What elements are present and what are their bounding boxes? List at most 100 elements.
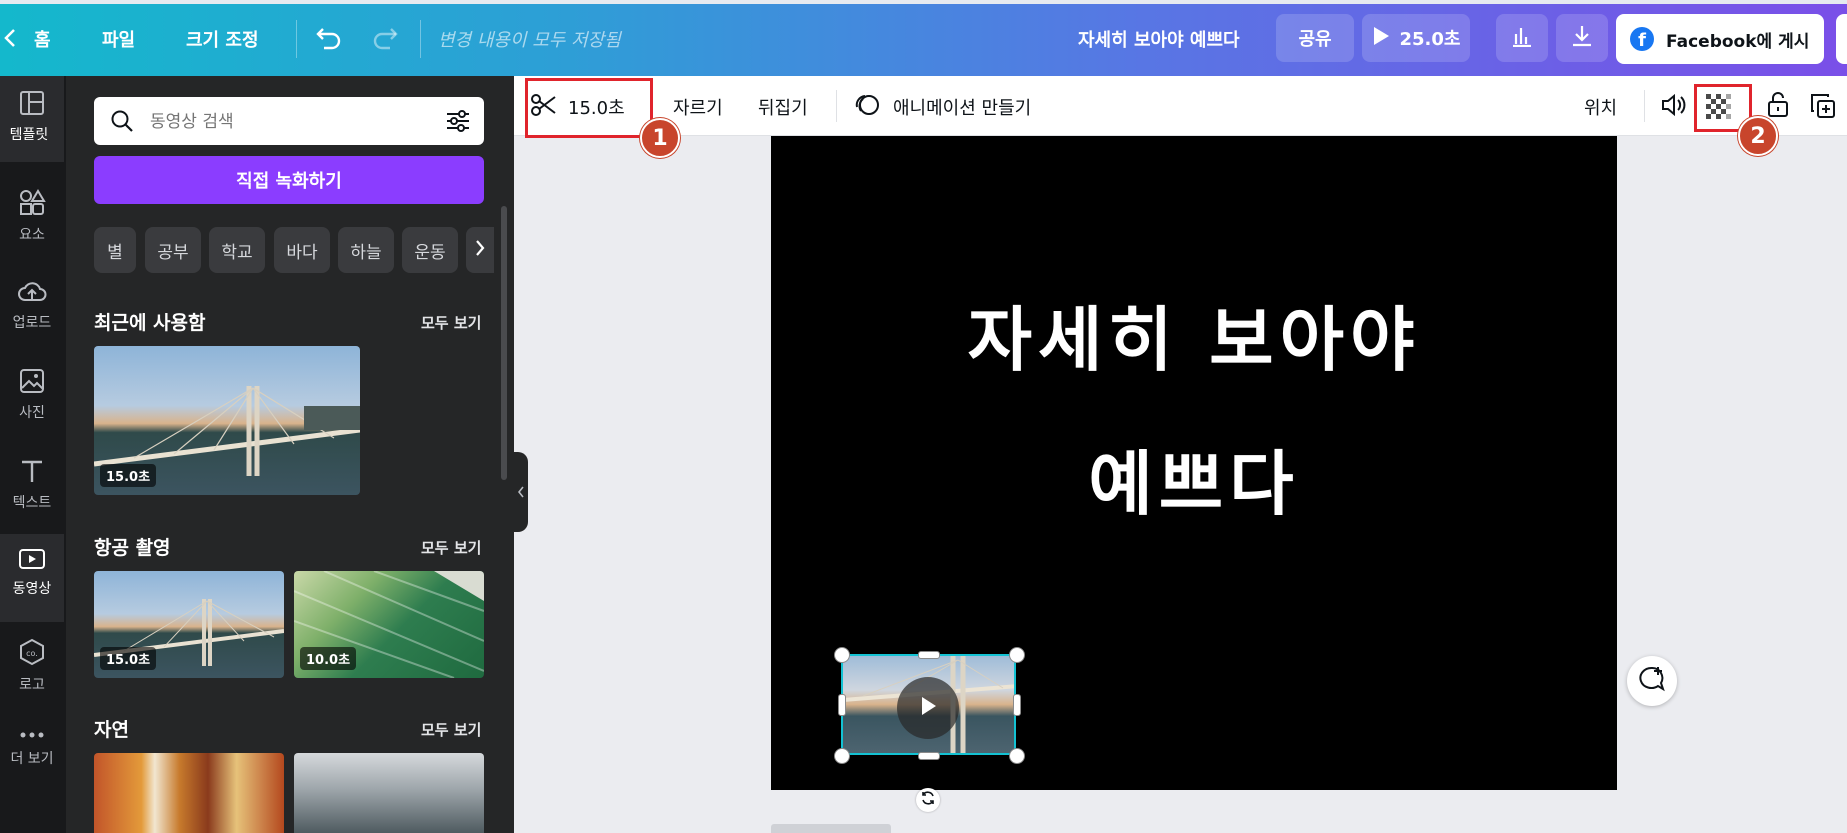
position-button[interactable]: 위치 bbox=[1584, 94, 1617, 120]
duration-badge: 15.0초 bbox=[100, 647, 157, 670]
upload-icon bbox=[0, 278, 64, 308]
chip-school[interactable]: 학교 bbox=[209, 227, 265, 273]
see-all-recent[interactable]: 모두 보기 bbox=[421, 312, 481, 333]
chip-star[interactable]: 별 bbox=[94, 227, 136, 273]
search-box[interactable] bbox=[94, 97, 484, 145]
facebook-post-button[interactable]: f Facebook에 게시 bbox=[1616, 14, 1824, 64]
rail-item-template[interactable]: 템플릿 bbox=[0, 76, 64, 162]
canvas-title-line2[interactable]: 예쁘다 bbox=[771, 428, 1617, 529]
rail-item-logo[interactable]: co. 로고 bbox=[0, 624, 64, 712]
play-icon bbox=[1372, 26, 1390, 51]
divider bbox=[420, 20, 421, 58]
canvas-title-line1[interactable]: 자세히 보아야 bbox=[771, 284, 1617, 385]
divider bbox=[836, 90, 837, 122]
design-title[interactable]: 자세히 보아야 예쁘다 bbox=[1078, 26, 1240, 52]
resize-handle[interactable] bbox=[838, 694, 846, 716]
rail-item-elements[interactable]: 요소 bbox=[0, 174, 64, 262]
section-title-nature: 자연 bbox=[94, 719, 129, 741]
page-notes-strip bbox=[771, 824, 1071, 833]
more-top-button[interactable] bbox=[1836, 14, 1847, 64]
record-yourself-button[interactable]: 직접 녹화하기 bbox=[94, 156, 484, 204]
transparency-icon[interactable] bbox=[1706, 94, 1732, 124]
resize-handle[interactable] bbox=[1013, 694, 1021, 716]
resize-handle[interactable] bbox=[834, 748, 850, 764]
download-icon bbox=[1570, 24, 1594, 53]
video-play-button[interactable] bbox=[897, 677, 959, 739]
volume-icon[interactable] bbox=[1661, 93, 1687, 121]
chevron-left-icon bbox=[517, 483, 524, 502]
play-button[interactable]: 25.0초 bbox=[1362, 14, 1470, 62]
duration-badge: 15.0초 bbox=[100, 464, 157, 487]
rail-item-photo[interactable]: 사진 bbox=[0, 354, 64, 442]
file-menu[interactable]: 파일 bbox=[102, 26, 135, 52]
duration-badge: 10.0초 bbox=[300, 647, 357, 670]
download-button[interactable] bbox=[1556, 14, 1608, 62]
comment-add-icon bbox=[1638, 665, 1666, 697]
resize-handle[interactable] bbox=[918, 752, 940, 760]
chevron-left-icon[interactable] bbox=[4, 28, 16, 52]
rail-item-more[interactable]: 더 보기 bbox=[0, 714, 64, 802]
svg-text:co.: co. bbox=[26, 649, 38, 658]
divider bbox=[1644, 90, 1645, 122]
resize-handle[interactable] bbox=[1009, 647, 1025, 663]
rail-item-video[interactable]: 동영상 bbox=[0, 534, 64, 622]
chip-sea[interactable]: 바다 bbox=[274, 227, 330, 273]
elements-icon bbox=[0, 188, 64, 220]
resize-handle[interactable] bbox=[1009, 748, 1025, 764]
redo-icon[interactable] bbox=[372, 26, 400, 54]
see-all-aerial[interactable]: 모두 보기 bbox=[421, 537, 481, 558]
duplicate-icon[interactable] bbox=[1810, 93, 1836, 123]
crop-button[interactable]: 자르기 bbox=[673, 94, 723, 120]
resize-button[interactable]: 크기 조정 bbox=[186, 26, 259, 52]
insights-button[interactable] bbox=[1496, 14, 1548, 62]
facebook-icon: f bbox=[1630, 27, 1654, 51]
logo-icon: co. bbox=[0, 638, 64, 670]
home-button[interactable]: 홈 bbox=[34, 26, 51, 52]
lock-icon[interactable] bbox=[1766, 92, 1790, 122]
share-button[interactable]: 공유 bbox=[1276, 14, 1354, 62]
video-icon bbox=[0, 548, 64, 574]
video-thumbnail-autumn-forest[interactable] bbox=[94, 753, 284, 833]
add-comment-button[interactable] bbox=[1627, 656, 1677, 706]
video-thumbnail-field[interactable]: 10.0초 bbox=[294, 571, 484, 678]
rotate-icon bbox=[920, 790, 936, 810]
resize-handle[interactable] bbox=[918, 651, 940, 659]
panel-scrollbar[interactable] bbox=[501, 206, 507, 480]
rail-item-upload[interactable]: 업로드 bbox=[0, 264, 64, 352]
facebook-post-label: Facebook에 게시 bbox=[1666, 31, 1810, 52]
save-status: 변경 내용이 모두 저장됨 bbox=[438, 30, 621, 51]
clip-duration[interactable]: 15.0초 bbox=[568, 94, 625, 120]
divider bbox=[296, 20, 297, 58]
search-input[interactable] bbox=[148, 107, 422, 137]
play-icon bbox=[919, 696, 937, 720]
chip-sky[interactable]: 하늘 bbox=[338, 227, 394, 273]
video-thumbnail-bridge[interactable]: 15.0초 bbox=[94, 346, 360, 495]
flip-button[interactable]: 뒤집기 bbox=[758, 94, 808, 120]
rail-item-text[interactable]: 텍스트 bbox=[0, 444, 64, 532]
see-all-nature[interactable]: 모두 보기 bbox=[421, 719, 481, 740]
animate-icon bbox=[853, 93, 881, 121]
annotation-badge-1: 1 bbox=[640, 118, 680, 158]
resize-handle[interactable] bbox=[834, 647, 850, 663]
chevron-right-icon bbox=[475, 239, 485, 262]
more-icon bbox=[0, 728, 64, 744]
section-title-aerial: 항공 촬영 bbox=[94, 537, 171, 559]
video-thumbnail-misty-forest[interactable] bbox=[294, 753, 484, 833]
search-icon bbox=[110, 109, 134, 137]
filter-icon[interactable] bbox=[446, 110, 470, 136]
chip-study[interactable]: 공부 bbox=[145, 227, 201, 273]
chips-next-button[interactable] bbox=[466, 227, 494, 273]
photo-icon bbox=[0, 368, 64, 398]
undo-icon[interactable] bbox=[314, 26, 342, 54]
chip-exercise[interactable]: 운동 bbox=[402, 227, 458, 273]
template-icon bbox=[0, 90, 64, 120]
rotate-handle[interactable] bbox=[916, 788, 940, 812]
panel-collapse-handle[interactable] bbox=[514, 452, 528, 532]
video-thumbnail-bridge-aerial[interactable]: 15.0초 bbox=[94, 571, 284, 678]
text-icon bbox=[0, 458, 64, 488]
scissors-icon[interactable] bbox=[531, 93, 557, 121]
animate-button[interactable]: 애니메이션 만들기 bbox=[893, 94, 1031, 120]
play-duration: 25.0초 bbox=[1399, 29, 1461, 50]
bar-chart-icon bbox=[1510, 25, 1534, 52]
annotation-badge-2: 2 bbox=[1738, 116, 1778, 156]
